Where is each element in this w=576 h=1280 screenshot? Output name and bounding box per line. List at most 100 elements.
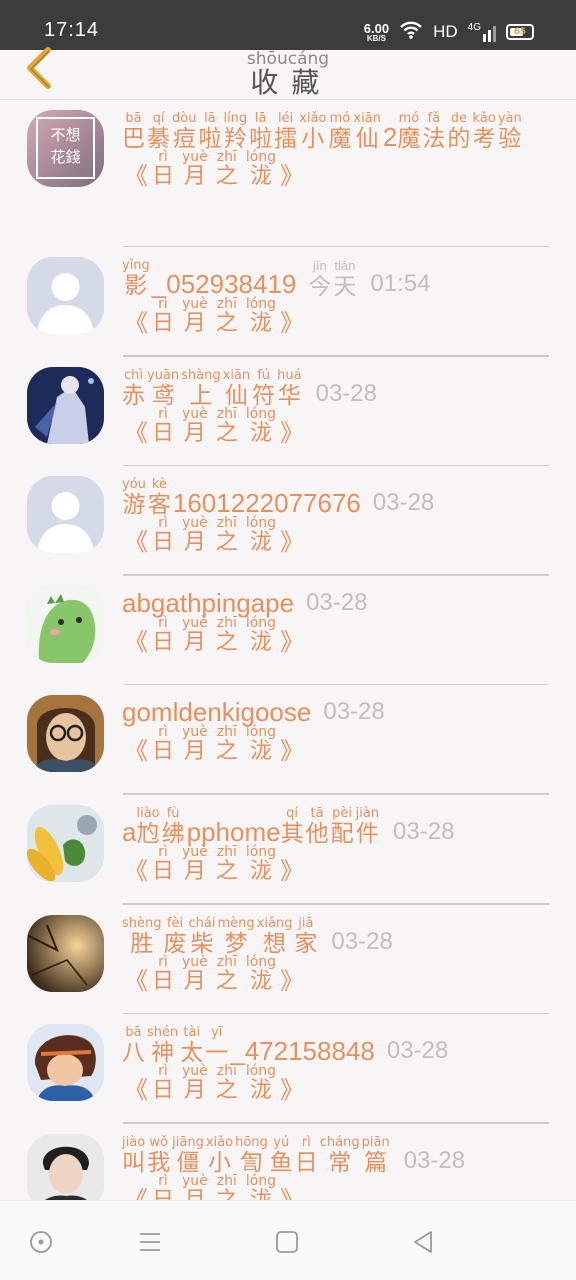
avatar[interactable]	[27, 1024, 104, 1102]
pinyin: xiān	[222, 367, 251, 383]
list-item[interactable]: abgathpingape 03-28 《 rì 日 yuè 月 zhī 之 lóng 泷》	[0, 576, 576, 686]
ruby-char: yuè月	[182, 845, 208, 885]
ruby-char: yuè月	[182, 1064, 208, 1104]
quote-close: 》	[280, 528, 305, 557]
pinyin: zhī	[216, 1063, 237, 1080]
system-nav-bar	[0, 1200, 576, 1280]
app-header: shōu 收 cáng 藏	[0, 47, 576, 100]
name-text: pphome	[186, 816, 281, 847]
pinyin: yǐng	[122, 258, 150, 273]
hanzi: 验	[498, 126, 522, 152]
pinyin: fù	[166, 805, 180, 821]
hanzi: 华	[277, 382, 301, 409]
pinyin: tiān	[334, 258, 356, 273]
list-item[interactable]: a liào 尥 fù 绋 pphome qí 其 tā 他 pèi 配 jiàn 件 03-28 《 rì 日 y…	[0, 795, 576, 905]
assistant-button[interactable]	[24, 1225, 58, 1259]
hanzi: 之	[215, 1078, 238, 1104]
home-button[interactable]	[270, 1225, 304, 1259]
pinyin: xiǎo	[299, 111, 327, 126]
pinyin: rì	[158, 1172, 168, 1189]
hanzi: 日	[294, 1149, 318, 1176]
ruby-char: zhī之	[216, 725, 238, 765]
ruby-char: zhī之	[216, 845, 238, 885]
book-title[interactable]: 《rì日yuè月zhī之lóng泷》	[124, 407, 304, 447]
hanzi: 月	[184, 1188, 206, 1200]
ruby-char: rì日	[152, 297, 174, 337]
list-item[interactable]: 不想 花錢 bā 巴 qí 綦 dòu 痘 lā 啦 líng 羚 lā 啦 léi 擂 xiǎo 小 mó 魔 xiā…	[0, 100, 576, 247]
avatar[interactable]	[27, 257, 104, 334]
ruby-char: lóng泷	[246, 955, 276, 995]
ruby-char: shén 神	[147, 1026, 178, 1067]
list-item[interactable]: shèng 胜 fèi 废 chái 柴 mèng 梦 xiǎng 想 jiā 家 03-28 《 rì 日 y…	[0, 905, 576, 1015]
timestamp: jīn 今 tiān 天 01:54	[308, 258, 431, 300]
hanzi: 法	[422, 126, 446, 152]
avatar[interactable]	[27, 1133, 104, 1200]
list-item[interactable]: yóu 游 kè 客 1601222077676 03-28 《 rì 日 yuè 月 zhī 之 lón…	[0, 466, 576, 576]
name-text: _472158848	[230, 1036, 375, 1067]
pinyin: xiǎo	[205, 1134, 234, 1150]
hanzi: 日	[152, 1188, 174, 1200]
list-item[interactable]: bā 八 shén 神 tài 太 yī 一 _472158848 03-28 《 rì 日 yuè 月 zh…	[0, 1014, 576, 1124]
book-title[interactable]: 《rì日yuè月zhī之lóng泷》	[124, 297, 304, 337]
ruby-char: zhī之	[216, 150, 238, 190]
book-title[interactable]: 《rì日yuè月zhī之lóng泷》	[124, 616, 304, 656]
list-item[interactable]: yǐng 影 _052938419 jīn 今 tiān 天 01:54 《 rì 日 yuè 月 zhī…	[0, 247, 576, 357]
pinyin: yuè	[182, 614, 208, 631]
ruby-char: yuè月	[182, 616, 208, 656]
avatar[interactable]	[27, 476, 104, 554]
quote-open: 《	[124, 418, 148, 447]
pinyin: shèng	[122, 915, 162, 931]
avatar[interactable]	[27, 366, 104, 444]
book-title[interactable]: 《rì日yuè月zhī之lóng泷》	[124, 955, 304, 995]
pinyin: yóu	[122, 477, 146, 493]
avatar[interactable]	[27, 804, 104, 882]
pinyin: lóng	[245, 1172, 277, 1189]
pinyin: hōng	[235, 1134, 268, 1150]
ruby-char: lā 啦	[249, 112, 272, 153]
hanzi: 配	[330, 820, 354, 847]
avatar[interactable]	[27, 914, 104, 992]
hanzi: 常	[328, 1149, 352, 1176]
hanzi: 件	[355, 820, 379, 847]
ruby-char: yī 一	[205, 1026, 228, 1067]
list-item[interactable]: jiào 叫 wǒ 我 jiāng 僵 xiǎo 小 hōng 訇 yú 鱼 rì 日 cháng 常 piān…	[0, 1124, 576, 1200]
avatar[interactable]	[27, 585, 104, 663]
avatar[interactable]	[27, 695, 104, 773]
avatar[interactable]: 不想 花錢	[27, 110, 104, 187]
ruby-char: xiān 仙	[353, 112, 381, 153]
ruby-char: zhī之	[216, 1064, 238, 1104]
pinyin: shàng	[181, 367, 221, 383]
list-item[interactable]: chì 赤 yuān 鸢 shàng 上 xiān 仙 fú 符 huá 华 03-28 《 rì 日 yuè 月…	[0, 357, 576, 467]
ruby-char: chì 赤	[122, 368, 145, 409]
hanzi: 泷	[249, 1078, 272, 1104]
ruby-char: liào 尥	[136, 806, 159, 847]
hanzi: 考	[472, 126, 496, 152]
book-title[interactable]: 《rì日yuè月zhī之lóng泷》	[124, 516, 304, 556]
back-nav-button[interactable]	[406, 1225, 440, 1259]
name-text: _052938419	[151, 269, 297, 299]
book-title[interactable]: 《rì日yuè月zhī之lóng泷》	[124, 150, 304, 190]
status-icons: 6.00 KB/S HD 4G 65	[364, 17, 534, 47]
hanzi: 我	[147, 1149, 171, 1176]
ruby-char: zhī之	[216, 297, 238, 337]
pinyin: chái	[188, 915, 216, 931]
hanzi: 八	[122, 1040, 145, 1067]
hanzi: 之	[215, 164, 238, 189]
pinyin: lóng	[245, 515, 277, 532]
user-name: yóu 游 kè 客 1601222077676 03-28	[122, 477, 568, 519]
book-title[interactable]: 《rì日yuè月zhī之lóng泷》	[124, 725, 304, 765]
menu-button[interactable]	[133, 1225, 167, 1259]
pinyin: jiā	[298, 915, 314, 931]
book-title[interactable]: 《rì日yuè月zhī之lóng泷》	[124, 845, 304, 885]
list-item[interactable]: gomldenkigoose 03-28 《 rì 日 yuè 月 zhī 之 lóng 泷》	[0, 685, 576, 795]
pinyin: rì	[158, 515, 168, 532]
book-title[interactable]: 《rì日yuè月zhī之lóng泷》	[124, 1174, 304, 1200]
ruby-char: xiǎng 想	[257, 916, 293, 957]
book-title[interactable]: 《rì日yuè月zhī之lóng泷》	[124, 1064, 304, 1104]
ruby-char: tài 太	[180, 1026, 203, 1067]
ruby-char: lóng泷	[246, 297, 276, 337]
hanzi: 月	[183, 1078, 206, 1104]
pinyin: líng	[223, 111, 248, 126]
quote-close: 》	[280, 309, 305, 337]
pinyin: jiāng	[172, 1134, 204, 1150]
